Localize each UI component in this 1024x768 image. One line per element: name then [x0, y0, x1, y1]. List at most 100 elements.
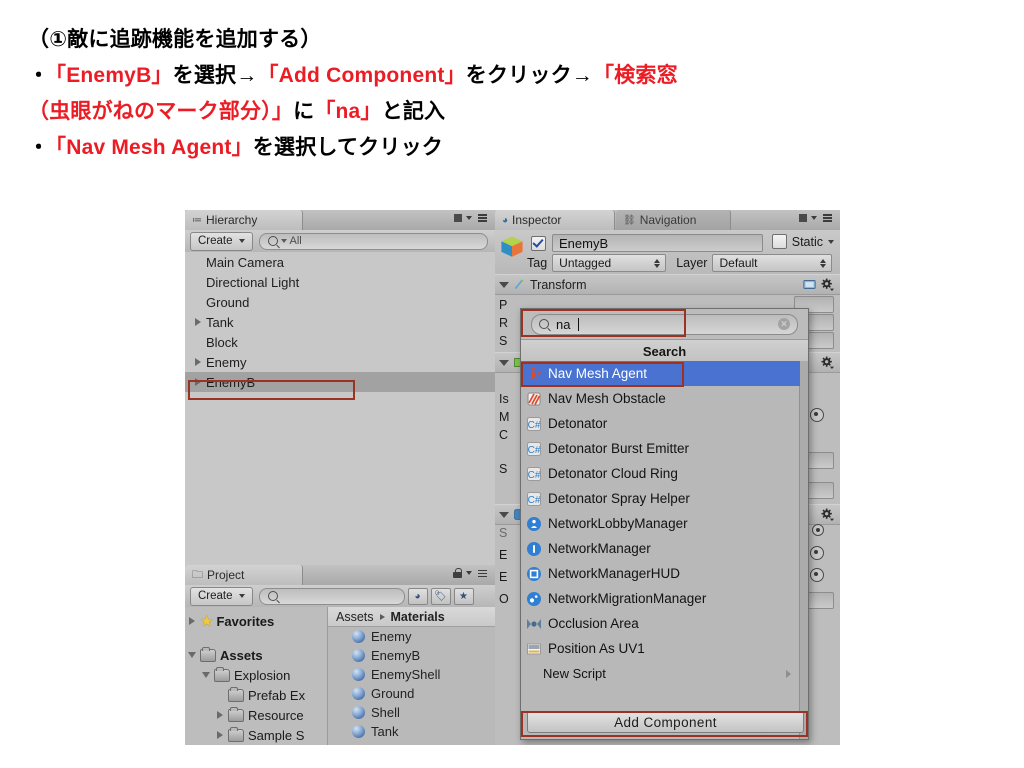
project-tree-item-sample-s[interactable]: Sample S	[185, 725, 327, 745]
hierarchy-item-tank[interactable]: Tank	[185, 312, 495, 332]
object-enabled-checkbox[interactable]	[531, 235, 546, 251]
popup-item-detonator-cloud-ring[interactable]: C# Detonator Cloud Ring	[521, 461, 800, 486]
project-tree-item-explosion[interactable]: Explosion	[185, 665, 327, 685]
collapse-arrow-icon[interactable]	[188, 652, 196, 658]
expand-arrow-icon[interactable]	[195, 358, 201, 366]
component-search-input[interactable]: na ✕	[531, 313, 798, 335]
breadcrumb-materials[interactable]: Materials	[391, 610, 445, 624]
object-picker-icon[interactable]	[810, 546, 824, 560]
popup-item-network-manager[interactable]: NetworkManager	[521, 536, 800, 561]
collapse-arrow-icon[interactable]	[202, 672, 210, 678]
popup-item-new-script[interactable]: New Script	[521, 661, 800, 686]
popup-item-detonator-spray-helper[interactable]: C# Detonator Spray Helper	[521, 486, 800, 511]
hierarchy-item-block[interactable]: Block	[185, 332, 495, 352]
chevron-down-icon[interactable]	[466, 215, 472, 220]
tab-navigation[interactable]: ⛓ Navigation	[616, 210, 731, 230]
filter-by-type-icon[interactable]: ◕	[407, 587, 428, 605]
lock-icon[interactable]	[799, 213, 807, 222]
expand-arrow-icon[interactable]	[195, 318, 201, 326]
object-picker-icon[interactable]	[810, 568, 824, 582]
hierarchy-item-enemyb[interactable]: EnemyB	[185, 372, 495, 392]
favorites-filter-icon[interactable]: ★	[453, 587, 474, 605]
object-picker-icon[interactable]	[810, 408, 824, 422]
object-picker-icon[interactable]	[812, 524, 824, 536]
popup-scrollbar[interactable]	[799, 361, 808, 739]
menu-icon[interactable]	[821, 213, 832, 222]
lock-icon[interactable]	[454, 213, 462, 222]
hierarchy-search-input[interactable]: All	[258, 232, 488, 250]
asset-item[interactable]: EnemyShell	[328, 665, 495, 684]
hierarchy-item-label: Enemy	[206, 354, 247, 370]
expand-arrow-icon[interactable]	[189, 617, 195, 625]
breadcrumb-assets[interactable]: Assets	[336, 610, 374, 624]
gear-icon[interactable]	[821, 278, 834, 291]
gear-icon[interactable]	[821, 356, 834, 369]
component-field-label: Is	[499, 392, 509, 406]
gear-icon[interactable]	[821, 508, 834, 521]
tab-hierarchy[interactable]: ≔ Hierarchy	[185, 210, 303, 230]
component-transform-header[interactable]: Transform	[495, 274, 840, 295]
popup-item-position-as-uv1[interactable]: Position As UV1	[521, 636, 800, 661]
project-search-input[interactable]	[258, 587, 405, 605]
hierarchy-item-label: Block	[206, 334, 238, 350]
svg-text:C#: C#	[528, 470, 541, 481]
collapse-arrow-icon[interactable]	[499, 359, 509, 366]
object-name-field[interactable]: EnemyB	[552, 234, 763, 252]
expand-arrow-icon[interactable]	[217, 711, 223, 719]
popup-item-occlusion-area[interactable]: Occlusion Area	[521, 611, 800, 636]
popup-item-network-lobby-manager[interactable]: NetworkLobbyManager	[521, 511, 800, 536]
expand-arrow-icon[interactable]	[195, 378, 201, 386]
menu-icon[interactable]	[476, 569, 487, 578]
help-icon[interactable]	[803, 278, 816, 291]
chevron-down-icon[interactable]	[828, 239, 834, 244]
hierarchy-item-enemy[interactable]: Enemy	[185, 352, 495, 372]
menu-icon[interactable]	[476, 213, 487, 222]
layer-dropdown[interactable]: Default	[712, 254, 832, 272]
project-tab-controls[interactable]	[453, 568, 487, 578]
tab-inspector[interactable]: ◕ Inspector	[495, 210, 615, 230]
component-field-label: C	[499, 428, 509, 442]
asset-item[interactable]: Shell	[328, 703, 495, 722]
popup-item-detonator-burst-emitter[interactable]: C# Detonator Burst Emitter	[521, 436, 800, 461]
line1-seg3: 「Add Component」	[257, 64, 466, 88]
collapse-arrow-icon[interactable]	[499, 281, 509, 288]
asset-item[interactable]: Enemy	[328, 627, 495, 646]
collapse-arrow-icon[interactable]	[499, 511, 509, 518]
asset-item[interactable]: Ground	[328, 684, 495, 703]
hierarchy-item-ground[interactable]: Ground	[185, 292, 495, 312]
project-create-button[interactable]: Create	[190, 586, 253, 606]
chevron-down-icon[interactable]	[466, 571, 472, 575]
popup-item-network-migration-manager[interactable]: NetworkMigrationManager	[521, 586, 800, 611]
project-tree-item-resource[interactable]: Resource	[185, 705, 327, 725]
asset-item[interactable]: Tank	[328, 722, 495, 741]
bullet-1: ・	[28, 64, 50, 88]
filter-by-label-icon[interactable]: 🏷	[430, 587, 451, 605]
expand-arrow-icon[interactable]	[217, 731, 223, 739]
hierarchy-item-directional-light[interactable]: Directional Light	[185, 272, 495, 292]
popup-item-nav-mesh-agent[interactable]: Nav Mesh Agent	[521, 361, 800, 386]
static-checkbox[interactable]	[771, 234, 787, 249]
material-icon	[352, 630, 365, 643]
tab-project[interactable]: 🗀 Project	[185, 565, 303, 585]
popup-item-detonator[interactable]: C# Detonator	[521, 411, 800, 436]
asset-item[interactable]: EnemyB	[328, 646, 495, 665]
clear-search-icon[interactable]: ✕	[778, 318, 790, 330]
hierarchy-item-main-camera[interactable]: Main Camera	[185, 252, 495, 272]
hierarchy-tab-controls[interactable]	[454, 213, 487, 222]
tag-dropdown[interactable]: Untagged	[552, 254, 667, 272]
inspector-tab-controls[interactable]	[799, 213, 832, 222]
tag-value: Untagged	[559, 256, 612, 270]
chevron-right-icon	[786, 669, 791, 678]
project-tree-item-favorites[interactable]: ★ Favorites	[185, 611, 327, 631]
lock-icon[interactable]	[453, 568, 462, 578]
slide-line-3: ・「Nav Mesh Agent」を選択してクリック	[28, 130, 1008, 166]
popup-item-label: NetworkManagerHUD	[548, 566, 681, 581]
hierarchy-create-button[interactable]: Create	[190, 231, 253, 251]
add-component-button[interactable]: Add Component	[527, 711, 804, 733]
popup-item-network-manager-hud[interactable]: NetworkManagerHUD	[521, 561, 800, 586]
hierarchy-toolbar: Create All	[185, 230, 495, 253]
chevron-down-icon[interactable]	[811, 215, 817, 220]
project-tree-item-assets[interactable]: Assets	[185, 645, 327, 665]
project-tree-item-prefab-ex[interactable]: Prefab Ex	[185, 685, 327, 705]
popup-item-nav-mesh-obstacle[interactable]: Nav Mesh Obstacle	[521, 386, 800, 411]
